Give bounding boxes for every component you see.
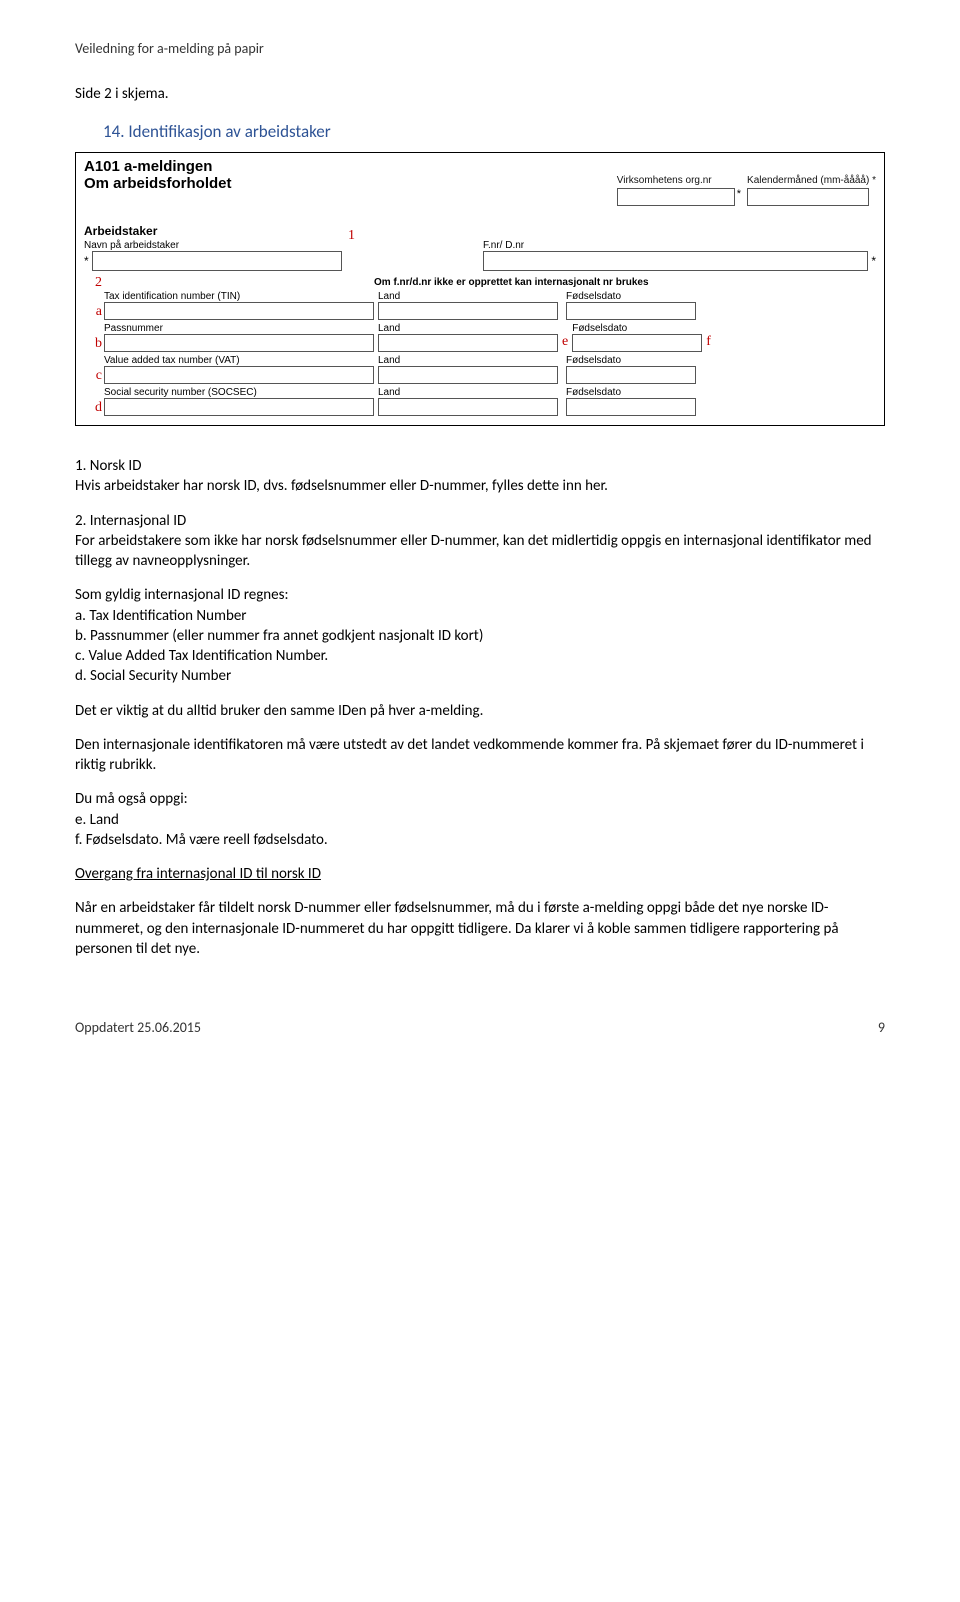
form-screenshot: A101 a-meldingen Om arbeidsforholdet Vir… <box>75 152 885 426</box>
asterisk-icon: * <box>84 254 89 268</box>
fnr-label: F.nr/ D.nr <box>483 240 876 251</box>
land-label: Land <box>378 323 558 334</box>
side-indicator: Side 2 i skjema. <box>75 85 885 103</box>
marker-1: 1 <box>348 228 355 244</box>
pass-input[interactable] <box>104 334 374 352</box>
form-code-title: A101 a-meldingen <box>76 153 884 175</box>
marker-2: 2 <box>84 275 102 291</box>
dob-label: Fødselsdato <box>572 323 702 334</box>
land-input[interactable] <box>378 334 558 352</box>
land-label: Land <box>378 387 558 398</box>
marker-c: c <box>84 368 102 384</box>
marker-f: f <box>706 334 711 350</box>
intl-row-c: c Value added tax number (VAT) Land Føds… <box>84 355 876 384</box>
list-item: a. Tax Identification Number <box>75 606 885 626</box>
transition-heading: Overgang fra internasjonal ID til norsk … <box>75 864 885 884</box>
land-input[interactable] <box>378 302 558 320</box>
vat-input[interactable] <box>104 366 374 384</box>
norsk-id-heading: 1. Norsk ID <box>75 456 885 476</box>
asterisk-icon: * <box>737 188 741 200</box>
paragraph: Hvis arbeidstaker har norsk ID, dvs. fød… <box>75 476 885 496</box>
tin-input[interactable] <box>104 302 374 320</box>
land-label: Land <box>378 355 558 366</box>
intl-row-d: d Social security number (SOCSEC) Land F… <box>84 387 876 416</box>
marker-e: e <box>562 334 568 350</box>
marker-b: b <box>84 336 102 352</box>
section-heading: 14. Identifikasjon av arbeidstaker <box>103 121 885 142</box>
name-fnr-row: 1 Navn på arbeidstaker * F.nr/ D.nr * <box>76 240 884 277</box>
dob-input[interactable] <box>572 334 702 352</box>
list-item: f. Fødselsdato. Må være reell fødselsdat… <box>75 830 885 850</box>
paragraph: Det er viktig at du alltid bruker den sa… <box>75 701 885 721</box>
month-input[interactable] <box>747 188 869 206</box>
orgnr-label: Virksomhetens org.nr <box>617 175 741 186</box>
intl-heading: Om f.nr/d.nr ikke er opprettet kan inter… <box>374 277 649 289</box>
asterisk-icon: * <box>871 254 876 268</box>
dob-label: Fødselsdato <box>566 387 696 398</box>
socsec-label: Social security number (SOCSEC) <box>104 387 374 398</box>
page-footer: Oppdatert 25.06.2015 9 <box>75 1019 885 1036</box>
marker-a: a <box>84 304 102 320</box>
page-header: Veiledning for a-melding på papir <box>75 40 885 57</box>
page-number: 9 <box>878 1019 885 1036</box>
marker-d: d <box>84 400 102 416</box>
paragraph: Den internasjonale identifikatoren må væ… <box>75 735 885 776</box>
list-intro: Du må også oppgi: <box>75 789 885 809</box>
body-text: 1. Norsk ID Hvis arbeidstaker har norsk … <box>75 456 885 959</box>
orgnr-input[interactable] <box>617 188 735 206</box>
vat-label: Value added tax number (VAT) <box>104 355 374 366</box>
fnr-input[interactable] <box>483 251 868 271</box>
tin-label: Tax identification number (TIN) <box>104 291 374 302</box>
list-item: b. Passnummer (eller nummer fra annet go… <box>75 626 885 646</box>
intl-row-a: a Tax identification number (TIN) Land F… <box>84 291 876 320</box>
paragraph: Når en arbeidstaker får tildelt norsk D-… <box>75 898 885 959</box>
list-intro: Som gyldig internasjonal ID regnes: <box>75 585 885 605</box>
pass-label: Passnummer <box>104 323 374 334</box>
name-input[interactable] <box>92 251 342 271</box>
land-input[interactable] <box>378 398 558 416</box>
land-input[interactable] <box>378 366 558 384</box>
dob-label: Fødselsdato <box>566 355 696 366</box>
month-label: Kalendermåned (mm-åååå) * <box>747 175 876 186</box>
name-label: Navn på arbeidstaker <box>84 240 477 251</box>
list-item: e. Land <box>75 810 885 830</box>
socsec-input[interactable] <box>104 398 374 416</box>
intl-row-b: b Passnummer Land e Fødselsdato f <box>84 323 876 352</box>
intl-id-heading: 2. Internasjonal ID <box>75 511 885 531</box>
dob-input[interactable] <box>566 366 696 384</box>
footer-date: Oppdatert 25.06.2015 <box>75 1019 201 1036</box>
land-label: Land <box>378 291 558 302</box>
dob-label: Fødselsdato <box>566 291 696 302</box>
dob-input[interactable] <box>566 398 696 416</box>
list-item: c. Value Added Tax Identification Number… <box>75 646 885 666</box>
paragraph: For arbeidstakere som ikke har norsk fød… <box>75 531 885 572</box>
list-item: d. Social Security Number <box>75 666 885 686</box>
top-right-fields: Virksomhetens org.nr * Kalendermåned (mm… <box>617 175 876 206</box>
dob-input[interactable] <box>566 302 696 320</box>
